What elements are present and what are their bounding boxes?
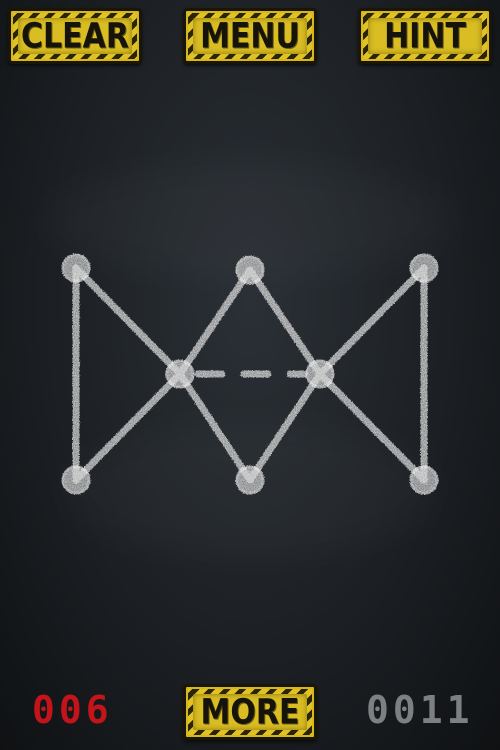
chalkboard: CLEAR MENU HINT 006 MORE 0011 (0, 0, 500, 750)
puzzle-edge[interactable] (316, 264, 428, 378)
puzzle-node[interactable] (409, 253, 439, 283)
puzzle-node[interactable] (235, 255, 265, 285)
puzzle-node[interactable] (61, 465, 91, 495)
puzzle-edge[interactable] (72, 370, 184, 484)
moves-counter: 006 (32, 688, 113, 732)
puzzle-edge[interactable] (246, 266, 324, 378)
more-button-label: MORE (200, 691, 300, 733)
puzzle-node[interactable] (305, 359, 335, 389)
puzzle-node[interactable] (165, 359, 195, 389)
puzzle-edge[interactable] (316, 370, 428, 484)
puzzle-edge[interactable] (176, 370, 254, 484)
level-counter: 0011 (366, 688, 474, 732)
puzzle-edge[interactable] (246, 370, 324, 484)
puzzle-node[interactable] (61, 253, 91, 283)
puzzle-board[interactable] (0, 0, 500, 750)
puzzle-edge[interactable] (176, 266, 254, 378)
more-button[interactable]: MORE (183, 684, 317, 740)
puzzle-edge[interactable] (72, 264, 184, 378)
puzzle-node[interactable] (409, 465, 439, 495)
puzzle-node[interactable] (235, 465, 265, 495)
